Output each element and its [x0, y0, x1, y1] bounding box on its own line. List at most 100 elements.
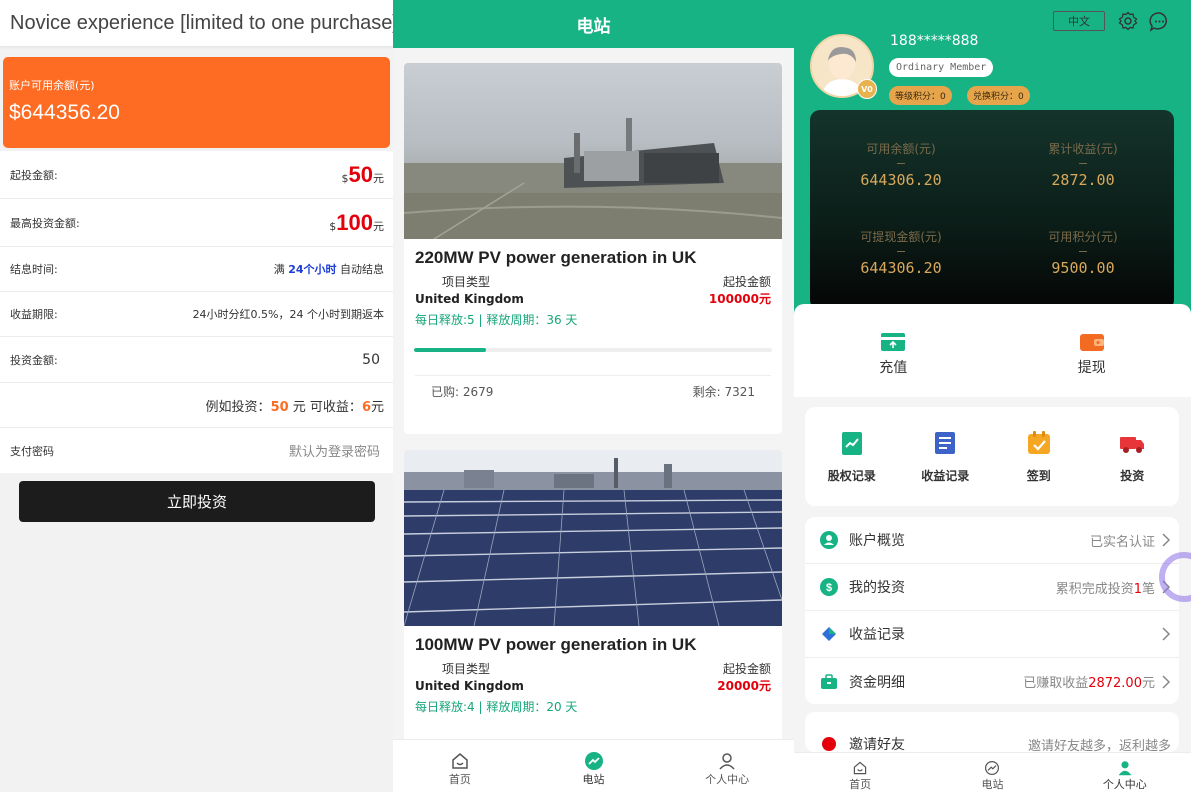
home-icon: [853, 761, 867, 775]
project-type-value: United Kingdom: [415, 679, 524, 693]
stat-divider: [897, 163, 905, 164]
tab-label: 电站: [981, 778, 1004, 791]
stat-value: 644306.20: [860, 259, 942, 277]
invest-button[interactable]: 投资: [1086, 407, 1180, 506]
example-unit: 元: [370, 399, 384, 415]
amount-row[interactable]: 投资金额: 50: [0, 337, 393, 383]
example-mid: 元 可收益：: [292, 399, 362, 415]
page-title: Novice experience [limited to one purcha…: [10, 11, 393, 34]
vip-badge: V0: [857, 79, 877, 99]
list-item-title: 账户概览: [849, 533, 905, 549]
my-investment-item[interactable]: $ 我的投资 累积完成投资1笔: [805, 564, 1179, 611]
checkin-button[interactable]: 签到: [992, 407, 1086, 506]
personal-center-panel: 中文 V0 188*****888 Ordinary Member 等级积分：0…: [794, 0, 1191, 792]
solar-farm-photo: [404, 450, 782, 626]
settle-hours: 24个小时: [288, 263, 337, 276]
tab-home[interactable]: 首页: [794, 753, 926, 792]
svg-text:$: $: [826, 582, 832, 594]
project-meta: 项目类型 United Kingdom 起投金额 20000元: [415, 655, 771, 695]
project-min-value: 100000元: [708, 292, 771, 306]
message-icon[interactable]: [1149, 11, 1170, 32]
progress-bar: [414, 348, 772, 352]
settle-time-value: 满 24个小时 自动结息: [274, 261, 384, 277]
project-type-value: United Kingdom: [415, 292, 524, 306]
project-min: 起投金额 100000元: [709, 274, 771, 308]
project-min-label: 起投金额: [722, 275, 771, 289]
max-invest-value: 100: [336, 209, 373, 235]
settle-time-label: 结息时间:: [10, 263, 58, 276]
balance-value: $644356.20: [9, 101, 120, 124]
max-invest-label: 最高投资金额:: [10, 216, 80, 230]
period-row: 收益期限: 24小时分红0.5%，24 个小时到期返本: [0, 292, 393, 337]
recharge-icon: [881, 333, 906, 351]
gear-icon[interactable]: [1118, 11, 1138, 31]
user-circle-icon: [820, 531, 838, 549]
tab-station[interactable]: 电站: [926, 753, 1058, 792]
income-record-item[interactable]: 收益记录: [805, 611, 1179, 658]
tab-home[interactable]: 首页: [393, 740, 527, 792]
calendar-check-icon: [1027, 431, 1050, 454]
project-type-label: 项目类型: [442, 662, 491, 676]
stat-available: 可用余额(元) 644306.20: [810, 140, 992, 189]
phone-number: 188*****888: [890, 33, 979, 49]
list-item-title: 收益记录: [849, 627, 905, 643]
status-prefix: 已赚取收益: [1023, 676, 1089, 691]
amount-input[interactable]: 50: [362, 352, 380, 368]
stat-label: 累计收益(元): [1048, 142, 1118, 156]
quick-menu-grid: 股权记录 收益记录 签到 投资: [805, 407, 1179, 506]
balance-card: 账户可用余额(元) $644356.20: [3, 57, 390, 148]
exchange-points-badge: 兑换积分：0: [967, 86, 1030, 105]
invite-hint: 邀请好友越多，返利越多: [1027, 738, 1171, 754]
example-prefix: 例如投资：: [205, 399, 271, 415]
tab-profile[interactable]: 个人中心: [660, 740, 794, 792]
withdraw-button[interactable]: 提现: [993, 304, 1191, 397]
dollar-circle-icon: $: [820, 578, 838, 596]
min-invest-value-group: $50元: [342, 162, 384, 188]
station-header: 电站: [393, 0, 794, 48]
tab-profile[interactable]: 个人中心: [1059, 753, 1191, 792]
grid-label: 签到: [1026, 469, 1051, 483]
language-button[interactable]: 中文: [1053, 11, 1105, 31]
equity-record-button[interactable]: 股权记录: [805, 407, 899, 506]
stat-label: 可提现金额(元): [860, 230, 942, 244]
example-profit: 6: [361, 399, 371, 415]
tab-station[interactable]: 电站: [527, 740, 661, 792]
bought-count: 已购: 2679: [431, 385, 494, 399]
tab-label: 个人中心: [1102, 778, 1147, 791]
project-card[interactable]: 220MW PV power generation in UK 项目类型 Uni…: [404, 63, 782, 434]
payment-password-input[interactable]: 默认为登录密码: [289, 441, 380, 460]
fund-details-item[interactable]: 资金明细 已赚取收益2872.00元: [805, 658, 1179, 705]
chevron-right-icon: [1162, 533, 1171, 547]
unit: 元: [373, 219, 384, 233]
progress-fill: [414, 348, 486, 352]
example-row: 例如投资：50 元 可收益：6元: [0, 383, 393, 428]
status-highlight: 1: [1133, 581, 1142, 597]
income-record-icon: [935, 432, 956, 454]
status-suffix: 笔: [1141, 581, 1155, 597]
recharge-button[interactable]: 充值: [794, 304, 993, 397]
min-invest-value: 50: [348, 161, 373, 187]
project-title: 220MW PV power generation in UK: [415, 248, 697, 267]
payment-password-row[interactable]: 支付密码 默认为登录密码: [0, 428, 393, 473]
invite-friends-item[interactable]: 邀请好友 邀请好友越多，返利越多: [805, 712, 1179, 754]
account-overview-item[interactable]: 账户概览 已实名认证: [805, 517, 1179, 564]
bottom-tab-bar: 首页 电站 个人中心: [794, 752, 1191, 792]
project-card[interactable]: 100MW PV power generation in UK 项目类型 Uni…: [404, 450, 782, 750]
project-type: 项目类型 United Kingdom: [415, 274, 524, 308]
diamond-icon: [822, 627, 836, 641]
stat-withdrawable: 可提现金额(元) 644306.20: [810, 228, 992, 277]
project-min-value: 20000元: [717, 679, 771, 693]
level-points-badge: 等级积分：0: [889, 86, 952, 105]
invest-now-button[interactable]: 立即投资: [19, 481, 375, 522]
income-record-button[interactable]: 收益记录: [899, 407, 993, 506]
purchase-stats: 已购: 2679 剩余: 7321: [415, 375, 771, 412]
stat-divider: [1079, 251, 1087, 252]
equity-record-icon: [841, 432, 862, 455]
currency-symbol: $: [341, 171, 349, 185]
power-station-panel: 电站 220MW PV power generation in UK 项目类型 …: [393, 0, 794, 792]
example-text: 例如投资：50 元 可收益：6元: [206, 396, 384, 415]
example-invest: 50: [270, 399, 289, 415]
wallet-actions: 充值 提现: [794, 304, 1191, 397]
stat-points: 可用积分(元) 9500.00: [992, 228, 1174, 277]
stat-value: 2872.00: [1051, 171, 1115, 189]
